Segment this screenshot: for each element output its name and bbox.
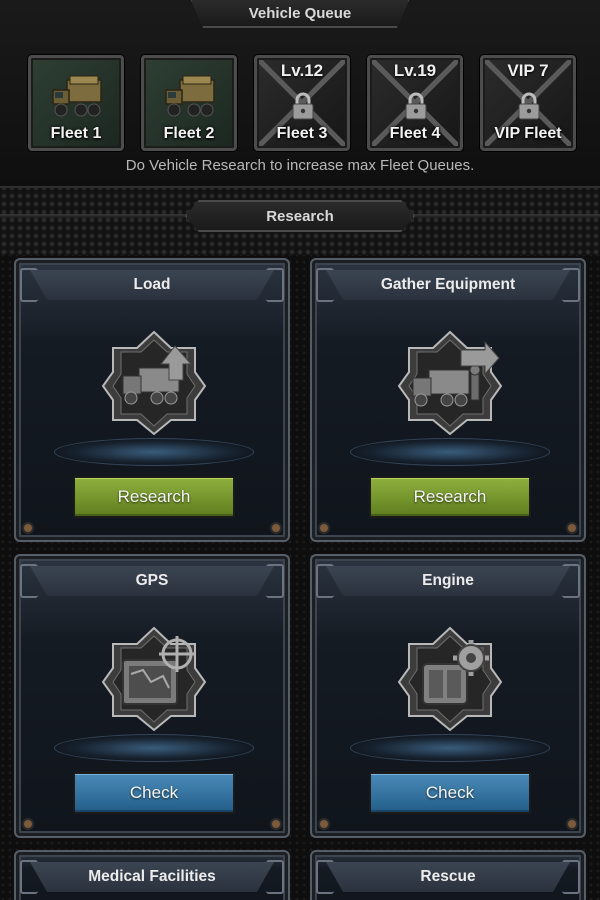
research-card-engine: Engine Check	[310, 554, 586, 838]
pedestal-glow	[54, 734, 254, 762]
pedestal-glow	[350, 438, 550, 466]
card-title: Load	[30, 270, 274, 300]
fleet-slot-1[interactable]: Fleet 1	[28, 55, 124, 151]
pedestal-glow	[350, 734, 550, 762]
truck-icon	[165, 75, 215, 117]
padlock-icon	[518, 92, 540, 120]
research-card-medical-facilities: Medical Facilities	[14, 850, 290, 900]
rivet	[568, 524, 576, 532]
card-title: GPS	[30, 566, 274, 596]
vehicle-queue-title: Vehicle Queue	[190, 0, 410, 28]
research-section-title: Research	[185, 200, 415, 232]
unlock-level: Lv.19	[393, 61, 437, 80]
fleet-label: Fleet 1	[50, 125, 102, 142]
rivet	[272, 820, 280, 828]
truck-icon	[52, 75, 102, 117]
truck-upgrade-icon	[101, 330, 207, 436]
fleet-slot-4-locked[interactable]: Lv.19 Fleet 4	[367, 55, 463, 151]
unlock-level: Lv.12	[280, 61, 324, 80]
rivet	[320, 524, 328, 532]
fleet-label: Fleet 3	[276, 125, 328, 142]
check-button[interactable]: Check	[73, 772, 235, 814]
card-title: Medical Facilities	[30, 862, 274, 892]
card-title: Gather Equipment	[326, 270, 570, 300]
rivet	[24, 524, 32, 532]
fleet-slot-vip-locked[interactable]: VIP 7 VIP Fleet	[480, 55, 576, 151]
card-title: Engine	[326, 566, 570, 596]
gps-map-icon	[101, 626, 207, 732]
rivet	[320, 820, 328, 828]
fleet-queue-row: Fleet 1 Fleet 2 Lv.12 Fleet 3 Lv.19 Flee…	[28, 55, 576, 151]
padlock-icon	[292, 92, 314, 120]
engine-gear-icon	[397, 626, 503, 732]
fleet-label: Fleet 2	[163, 125, 215, 142]
unlock-level: VIP 7	[507, 61, 549, 80]
research-card-load: Load Research	[14, 258, 290, 542]
research-card-gather-equipment: Gather Equipment Research	[310, 258, 586, 542]
fleet-slot-2[interactable]: Fleet 2	[141, 55, 237, 151]
queue-hint-text: Do Vehicle Research to increase max Flee…	[125, 157, 475, 174]
research-card-gps: GPS Check	[14, 554, 290, 838]
rivet	[24, 820, 32, 828]
pedestal-glow	[54, 438, 254, 466]
fleet-label: Fleet 4	[389, 125, 441, 142]
card-title: Rescue	[326, 862, 570, 892]
check-button[interactable]: Check	[369, 772, 531, 814]
rivet	[568, 820, 576, 828]
padlock-icon	[405, 92, 427, 120]
vehicle-queue-panel: Vehicle Queue Fleet 1 Fleet 2 Lv.12 Flee…	[0, 0, 600, 188]
fleet-slot-3-locked[interactable]: Lv.12 Fleet 3	[254, 55, 350, 151]
fleet-label: VIP Fleet	[494, 125, 562, 142]
rivet	[272, 524, 280, 532]
research-button[interactable]: Research	[369, 476, 531, 518]
research-button[interactable]: Research	[73, 476, 235, 518]
truck-gather-icon	[397, 330, 503, 436]
research-card-rescue: Rescue	[310, 850, 586, 900]
